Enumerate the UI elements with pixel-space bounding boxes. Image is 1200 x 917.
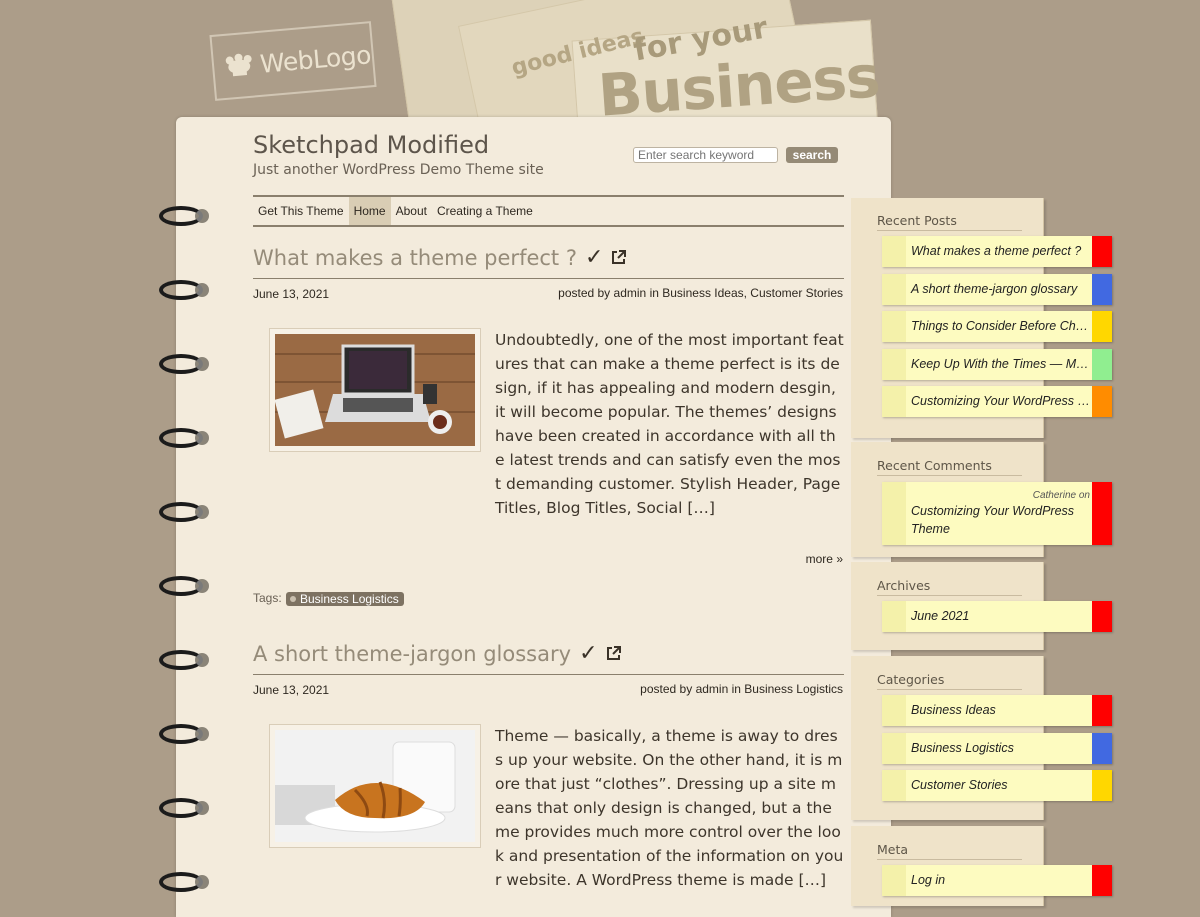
posted-by-label: posted by (558, 286, 611, 300)
post-title: A short theme-jargon glossary ✓ (253, 641, 622, 666)
main-nav: Get This Theme Home About Creating a The… (253, 195, 844, 227)
meta-item-label: Log in (911, 873, 946, 887)
check-icon: ✓ (584, 245, 604, 270)
post-title-link[interactable]: A short theme-jargon glossary (253, 642, 571, 666)
meta-item[interactable]: Log in (882, 865, 1112, 896)
color-tab (1092, 236, 1112, 267)
color-tab (1092, 274, 1112, 305)
category-item[interactable]: Business Logistics (882, 733, 1112, 764)
post-date: June 13, 2021 (253, 287, 330, 301)
post-author-link[interactable]: admin (696, 682, 729, 696)
post-thumbnail[interactable] (269, 328, 481, 452)
post-thumbnail[interactable] (269, 724, 481, 848)
comment-post-link[interactable]: Customizing Your WordPress Theme (911, 504, 1074, 536)
post-categories-link[interactable]: Business Ideas, Customer Stories (662, 286, 843, 300)
nav-item-home[interactable]: Home (348, 197, 391, 225)
recent-post-item-label: Keep Up With the Times — M… (911, 357, 1089, 371)
in-label: in (731, 682, 741, 696)
nav-item-about[interactable]: About (391, 197, 432, 225)
category-item[interactable]: Business Ideas (882, 695, 1112, 726)
site-title[interactable]: Sketchpad Modified (253, 131, 489, 159)
spiral-ring (157, 796, 209, 820)
widget-title: Archives (877, 578, 1022, 596)
external-link-icon[interactable] (611, 246, 627, 270)
logo-icon (221, 51, 257, 80)
post-excerpt: Theme — basically, a theme is away to dr… (495, 727, 844, 889)
site-description: Just another WordPress Demo Theme site (253, 162, 544, 178)
recent-post-item[interactable]: A short theme-jargon glossary (882, 274, 1112, 305)
recent-post-item-label: What makes a theme perfect ? (911, 244, 1082, 258)
color-tab (1092, 349, 1112, 380)
widget-title: Recent Comments (877, 458, 1022, 476)
spiral-ring (157, 352, 209, 376)
category-item[interactable]: Customer Stories (882, 770, 1112, 801)
color-tab (1092, 865, 1112, 896)
spiral-ring (157, 722, 209, 746)
recent-post-item-label: Customizing Your WordPress … (911, 394, 1090, 408)
divider (253, 674, 844, 675)
archive-item[interactable]: June 2021 (882, 601, 1112, 632)
spiral-ring (157, 870, 209, 894)
in-label: in (649, 286, 659, 300)
nav-item-creating-a-theme[interactable]: Creating a Theme (432, 197, 538, 225)
recent-post-item[interactable]: Things to Consider Before Ch… (882, 311, 1112, 342)
widget-title: Recent Posts (877, 213, 1022, 231)
search-input[interactable] (633, 147, 778, 163)
category-item-label: Customer Stories (911, 778, 1008, 792)
color-tab (1092, 770, 1112, 801)
archive-item-label: June 2021 (911, 609, 970, 623)
external-link-icon[interactable] (606, 642, 622, 666)
croissant-coffee-image (275, 730, 475, 842)
widget-title: Categories (877, 672, 1022, 690)
spiral-ring (157, 278, 209, 302)
post-excerpt: Undoubtedly, one of the most important f… (495, 331, 844, 517)
check-icon: ✓ (579, 641, 598, 666)
category-item-label: Business Logistics (911, 741, 1014, 755)
recent-post-item-label: A short theme-jargon glossary (911, 282, 1078, 296)
spiral-ring (157, 500, 209, 524)
spiral-ring (157, 426, 209, 450)
post-title: What makes a theme perfect ? ✓ (253, 245, 627, 270)
recent-post-item[interactable]: What makes a theme perfect ? (882, 236, 1112, 267)
color-tab (1092, 733, 1112, 764)
recent-comment-item[interactable]: Catherine on Customizing Your WordPress … (882, 482, 1112, 545)
post-categories-link[interactable]: Business Logistics (744, 682, 843, 696)
post-author-link[interactable]: admin (614, 286, 647, 300)
color-tab (1092, 311, 1112, 342)
read-more-link[interactable]: more » (806, 552, 843, 566)
recent-post-item[interactable]: Customizing Your WordPress … (882, 386, 1112, 417)
laptop-desk-image (275, 334, 475, 446)
spiral-ring (157, 648, 209, 672)
spiral-ring (157, 204, 209, 228)
search-button[interactable]: search (786, 147, 838, 163)
site-logo[interactable]: WebLogo (209, 21, 377, 101)
color-tab (1092, 482, 1112, 545)
post-title-link[interactable]: What makes a theme perfect ? (253, 246, 577, 270)
category-item-label: Business Ideas (911, 703, 996, 717)
post-date: June 13, 2021 (253, 683, 330, 697)
recent-post-item[interactable]: Keep Up With the Times — M… (882, 349, 1112, 380)
comment-author: Catherine (1032, 490, 1077, 501)
nav-item-get-this-theme[interactable]: Get This Theme (253, 197, 349, 225)
posted-by-label: posted by (640, 682, 693, 696)
post-meta: posted by admin in Business Ideas, Custo… (558, 286, 843, 300)
logo-text: WebLogo (258, 39, 372, 79)
color-tab (1092, 601, 1112, 632)
widget-title: Meta (877, 842, 1022, 860)
comment-on-label: on (1078, 490, 1090, 501)
tags-label: Tags: (253, 591, 282, 605)
color-tab (1092, 386, 1112, 417)
tag-chip[interactable]: Business Logistics (286, 592, 404, 606)
recent-post-item-label: Things to Consider Before Ch… (911, 319, 1089, 333)
divider (253, 278, 844, 279)
spiral-ring (157, 574, 209, 598)
post-meta: posted by admin in Business Logistics (640, 682, 843, 696)
comment-byline: Catherine on (911, 489, 1090, 502)
color-tab (1092, 695, 1112, 726)
